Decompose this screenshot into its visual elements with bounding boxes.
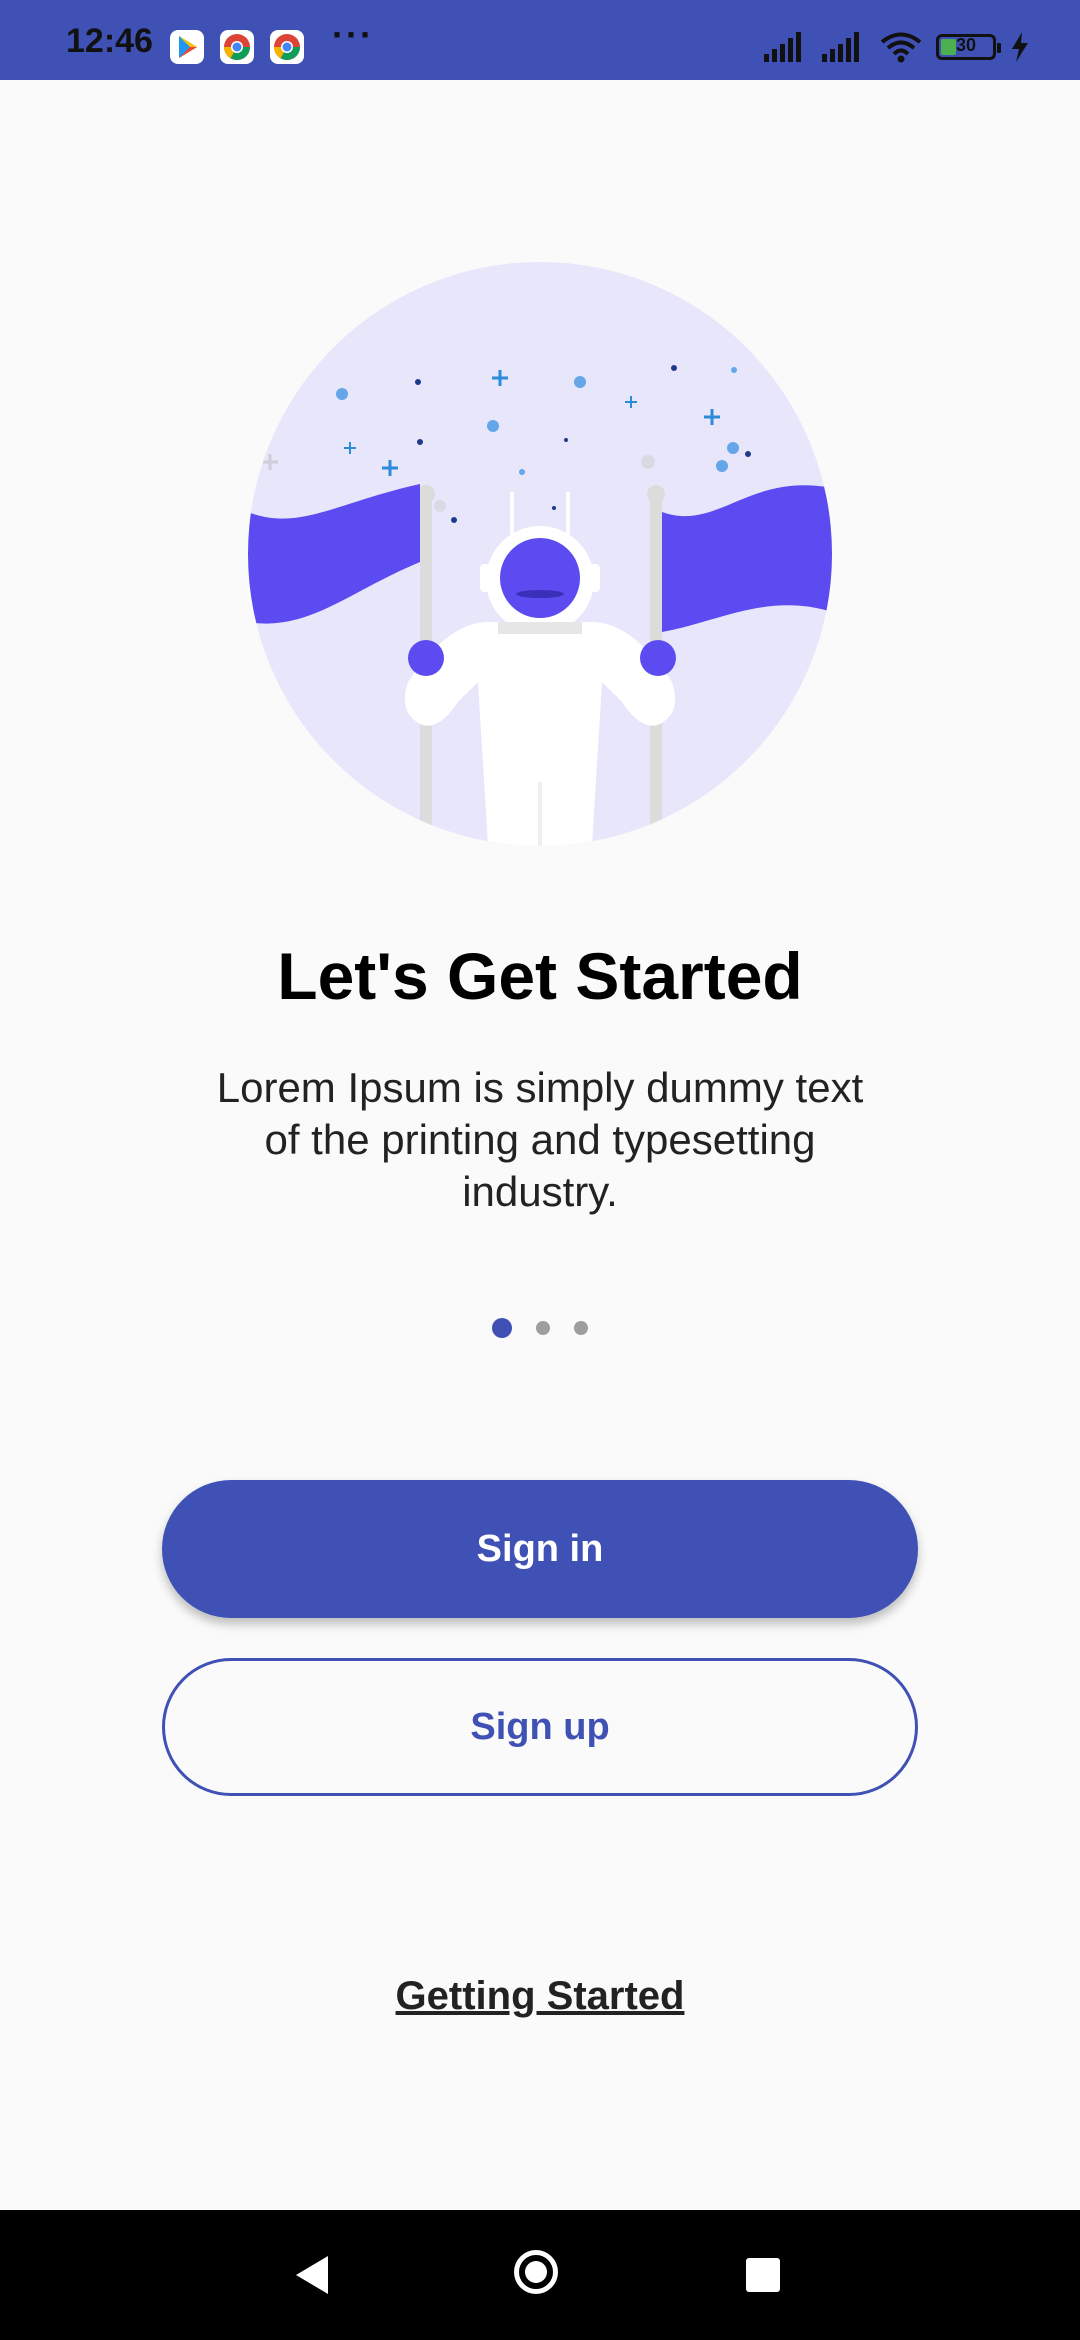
recents-square-icon[interactable] [746,2258,780,2292]
page-indicator [0,1318,1080,1338]
sign-in-button[interactable]: Sign in [162,1480,918,1618]
battery-level-text: 30 [955,35,977,55]
astronaut-illustration [248,262,832,846]
home-circle-icon[interactable] [514,2250,558,2294]
page-indicator-dot [536,1321,550,1335]
page-indicator-dot [492,1318,512,1338]
status-bar: 12:46 ··· 30 [0,0,1080,80]
back-triangle-icon[interactable] [296,2256,328,2294]
sign-up-button[interactable]: Sign up [162,1658,918,1796]
getting-started-link[interactable]: Getting Started [0,1974,1080,2019]
signal-icon [764,32,801,62]
more-notifications-icon: ··· [332,14,374,55]
status-time: 12:46 [66,22,153,60]
battery-icon: 30 [936,34,1001,60]
right-hand [640,640,676,676]
onboarding-description: Lorem Ipsum is simply dummy text of the … [216,1064,864,1215]
onboarding-title: Let's Get Started [277,939,803,1013]
chrome-icon [270,30,304,64]
battery-tip [997,43,1001,53]
left-hand [408,640,444,676]
play-store-icon [170,30,204,64]
charging-bolt-icon [1012,32,1028,62]
status-right-group: 30 [764,30,1030,64]
wifi-icon [880,32,922,63]
chrome-icon [220,30,254,64]
signal-icon [822,32,859,62]
page-indicator-dot [574,1321,588,1335]
navigation-bar [0,2210,1080,2340]
